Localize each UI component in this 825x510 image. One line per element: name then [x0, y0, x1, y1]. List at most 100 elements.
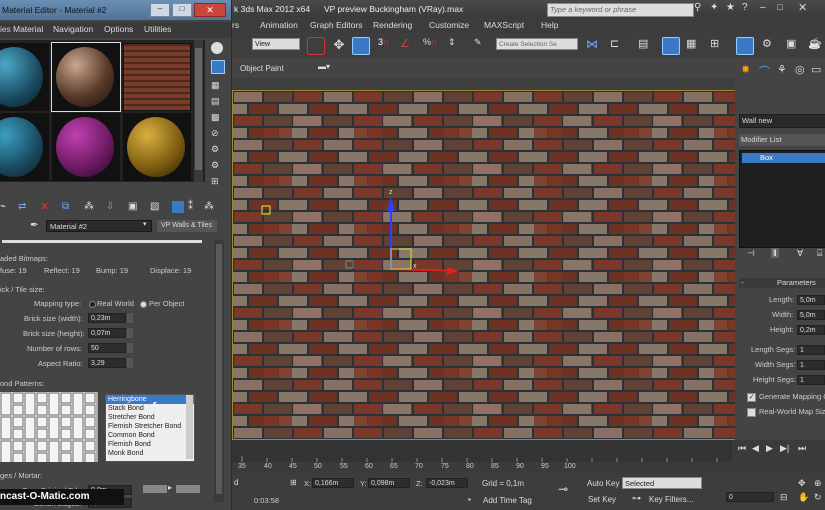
move-icon[interactable]: ✥: [331, 37, 347, 53]
display-tab-icon[interactable]: ▭: [811, 63, 821, 76]
sample-slot[interactable]: [51, 112, 121, 182]
aspect-ratio-spinner[interactable]: 3,29: [88, 358, 126, 368]
object-name-field[interactable]: Wall new: [739, 114, 825, 128]
curve-editor-icon[interactable]: ▦: [686, 37, 702, 53]
make-unique-icon[interactable]: ∀: [797, 248, 803, 259]
per-object-radio[interactable]: [140, 301, 147, 308]
me-close-icon[interactable]: ✕: [194, 3, 226, 17]
sample-slot[interactable]: [122, 42, 192, 112]
menu-rendering[interactable]: Rendering: [373, 20, 412, 30]
show-end-result-icon[interactable]: [172, 201, 184, 213]
minimize-icon[interactable]: –: [760, 2, 766, 13]
get-material-icon[interactable]: ⌁: [0, 201, 6, 212]
chevron-down-icon[interactable]: ▬▾: [318, 62, 330, 71]
edit-named-selection-icon[interactable]: ✎: [474, 37, 490, 53]
timeline[interactable]: 35 40 45 50 55 60 65 70 75 80 85 90 95 1…: [232, 440, 825, 474]
material-editor-scrollbar[interactable]: [214, 240, 224, 502]
go-to-start-icon[interactable]: ⏮: [738, 443, 746, 454]
pan-icon[interactable]: ✋: [798, 492, 809, 503]
bond-list-scrollbar[interactable]: [186, 395, 193, 459]
go-to-end-icon[interactable]: ⏭: [798, 443, 806, 454]
search-input[interactable]: Type a keyword or phrase: [547, 3, 694, 17]
brick-width-spinner[interactable]: 0,23m: [88, 313, 126, 323]
me-menu-material[interactable]: Material: [13, 24, 43, 34]
list-item[interactable]: Common Bond: [106, 431, 194, 440]
material-name-field[interactable]: Material #2: [46, 220, 152, 232]
material-type-button[interactable]: VP Walls & Tiles: [157, 220, 217, 232]
graphite-tools-icon[interactable]: [662, 37, 680, 55]
help-icon[interactable]: ?: [742, 2, 748, 13]
pin-stack-icon[interactable]: ⊣: [747, 248, 755, 259]
video-color-check-icon[interactable]: ▩: [211, 112, 223, 124]
menu-customize[interactable]: Customize: [429, 20, 469, 30]
current-frame-field[interactable]: 0: [726, 492, 774, 502]
spinner-arrows-icon[interactable]: [127, 328, 133, 338]
x-coordinate-field[interactable]: 0,166m: [312, 478, 354, 488]
show-end-result-icon[interactable]: ‖: [771, 248, 779, 258]
menu-graph-editors[interactable]: Graph Editors: [310, 20, 362, 30]
add-time-tag-button[interactable]: Add Time Tag: [483, 496, 532, 505]
background-icon[interactable]: ▦: [211, 80, 223, 92]
material-navigator-icon[interactable]: ⊞: [211, 176, 223, 188]
angle-snap-icon[interactable]: ∠: [400, 37, 416, 53]
next-frame-icon[interactable]: ▶|: [780, 443, 789, 454]
snap-3d-icon[interactable]: 3∩: [378, 37, 394, 53]
spinner-arrows-icon[interactable]: [127, 313, 133, 323]
select-move-icon[interactable]: [352, 37, 370, 55]
orbit-icon[interactable]: ↻: [814, 492, 822, 503]
me-maximize-icon[interactable]: □: [172, 3, 192, 17]
sample-slots-scrollbar[interactable]: [194, 40, 203, 182]
auto-key-button[interactable]: Auto Key: [587, 479, 619, 488]
close-icon[interactable]: ✕: [798, 1, 807, 14]
menu-help[interactable]: Help: [541, 20, 558, 30]
play-icon[interactable]: ▶: [766, 443, 773, 454]
length-spinner[interactable]: 5,0m: [797, 295, 825, 305]
pick-material-icon[interactable]: ✒: [30, 220, 38, 231]
go-forward-sibling-icon[interactable]: ⁂: [204, 201, 214, 212]
spinner-arrows-icon[interactable]: [127, 358, 133, 368]
brick-height-spinner[interactable]: 0,07m: [88, 328, 126, 338]
spinner-arrows-icon[interactable]: [127, 343, 133, 353]
lock-selection-icon[interactable]: d: [234, 478, 238, 487]
me-menu-fragment[interactable]: ies: [0, 24, 11, 34]
motion-tab-icon[interactable]: ◎: [795, 63, 805, 76]
schematic-view-icon[interactable]: ⊞: [710, 37, 726, 53]
communication-icon[interactable]: ✦: [710, 2, 718, 13]
list-item[interactable]: Monk Bond: [106, 449, 194, 458]
sample-uv-tiling-icon[interactable]: ▤: [211, 96, 223, 108]
real-world-checkbox[interactable]: [747, 408, 756, 417]
list-item[interactable]: Flemish Stretcher Bond: [106, 422, 194, 431]
generate-mapping-checkbox[interactable]: ✓: [747, 393, 756, 402]
viewport-label[interactable]: Object Paint: [240, 64, 284, 73]
menu-maxscript[interactable]: MAXScript: [484, 20, 524, 30]
maximize-icon[interactable]: □: [777, 2, 782, 12]
z-coordinate-field[interactable]: -0,023m: [426, 478, 468, 488]
backlight-icon[interactable]: [211, 60, 225, 74]
selection-set-dropdown[interactable]: Create Selection Se: [496, 38, 578, 50]
modifier-list-dropdown[interactable]: Modifier List: [739, 134, 825, 146]
options-icon[interactable]: ⚙: [211, 144, 223, 156]
rendered-frame-icon[interactable]: ▣: [786, 37, 802, 53]
key-filters-button[interactable]: Key Filters...: [649, 495, 693, 504]
length-segs-spinner[interactable]: 1: [797, 345, 825, 355]
y-coordinate-field[interactable]: 0,098m: [368, 478, 410, 488]
material-id-channel-icon[interactable]: ▣: [128, 201, 137, 212]
put-to-library-icon[interactable]: ⇩: [106, 201, 114, 212]
modifier-stack[interactable]: Box: [739, 150, 825, 248]
put-to-scene-icon[interactable]: ⇄: [18, 201, 26, 212]
make-copy-icon[interactable]: ⧉: [62, 201, 69, 212]
height-spinner[interactable]: 0,2m: [797, 325, 825, 335]
list-item-selected[interactable]: Herringbone: [106, 395, 194, 404]
view-dropdown[interactable]: View: [252, 38, 300, 50]
previous-frame-icon[interactable]: ◀: [752, 443, 759, 454]
me-menu-utilities[interactable]: Utilities: [144, 24, 171, 34]
time-tag-icon[interactable]: ▪: [468, 495, 471, 504]
menu-item-fragment[interactable]: rs: [232, 20, 239, 30]
select-link-icon[interactable]: [307, 37, 325, 55]
make-unique-icon[interactable]: ⁂: [84, 201, 94, 212]
layer-manager-icon[interactable]: ▤: [638, 37, 654, 53]
zoom-icon[interactable]: ✥: [798, 478, 806, 489]
list-item[interactable]: Flemish Bond: [106, 440, 194, 449]
list-item[interactable]: Stack Bond: [106, 404, 194, 413]
render-teapot-icon[interactable]: ☕: [808, 37, 824, 53]
